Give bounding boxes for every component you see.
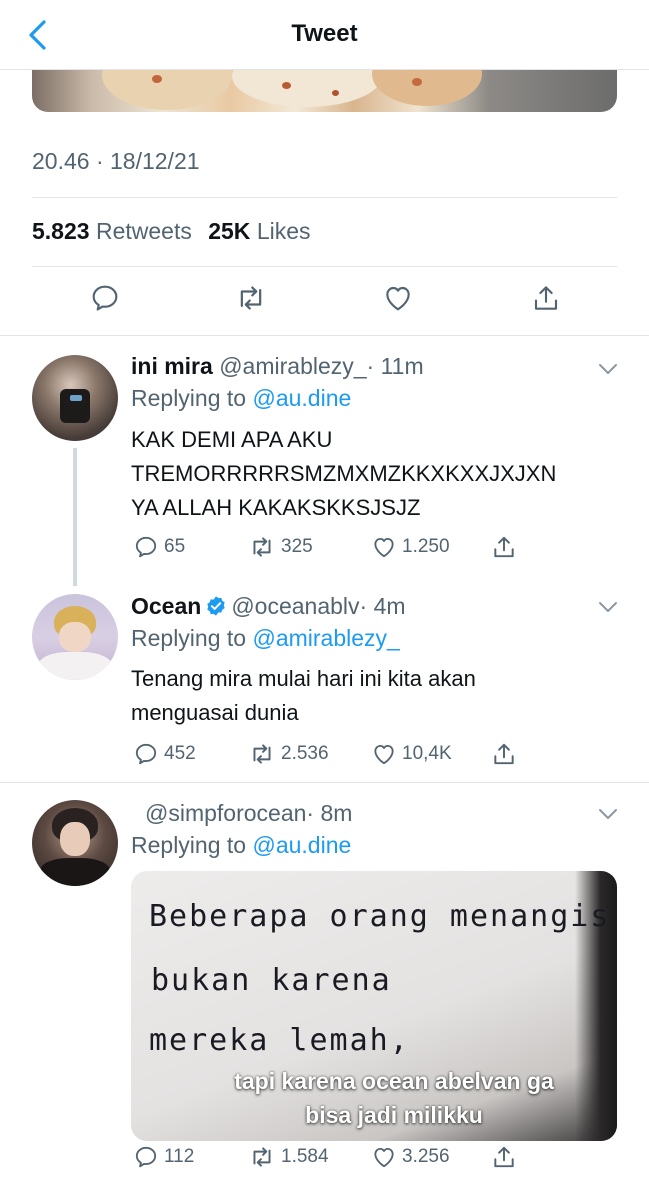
share-button[interactable]: [528, 280, 564, 316]
retweet-icon: [240, 286, 262, 310]
reply-text: Tenang mira mulai hari ini kita akan men…: [131, 666, 476, 725]
user-handle[interactable]: @simpforocean: [145, 800, 306, 826]
reply-header: Ocean @oceanablv· 4m: [131, 593, 406, 620]
retweet-icon: [253, 744, 271, 764]
reply-tweet[interactable]: Ocean @oceanablv· 4m Replying to @amirabl…: [0, 583, 649, 783]
tweet-action-bar: [0, 280, 649, 322]
handwriting-line: mereka lemah,: [149, 1023, 410, 1058]
share-button[interactable]: [491, 1142, 522, 1172]
reply-icon: [92, 285, 118, 311]
like-icon: [374, 537, 394, 558]
share-icon: [494, 743, 514, 765]
chevron-down-icon[interactable]: [597, 807, 619, 821]
retweet-icon: [253, 1147, 271, 1167]
share-icon: [534, 286, 558, 310]
like-button[interactable]: [380, 280, 416, 316]
retweet-button[interactable]: [233, 280, 269, 316]
display-name[interactable]: Ocean: [131, 593, 201, 619]
share-button[interactable]: [491, 532, 522, 562]
replying-to: Replying to @au.dine: [131, 832, 352, 858]
share-button[interactable]: [491, 739, 522, 769]
like-button[interactable]: 10,4K: [371, 739, 452, 769]
avatar[interactable]: [32, 355, 118, 441]
user-handle[interactable]: @oceanablv: [231, 593, 359, 619]
like-button[interactable]: 1.250: [371, 532, 450, 562]
retweet-icon: [253, 537, 271, 557]
reply-action-bar: 65 325 1.250: [131, 532, 621, 562]
reply-button[interactable]: 65: [133, 532, 185, 562]
reply-button[interactable]: 112: [133, 1142, 194, 1172]
reply-action-bar: 112 1.584 3.256: [131, 1142, 621, 1172]
chevron-down-icon[interactable]: [597, 600, 619, 614]
mention-link[interactable]: @amirablezy_: [252, 625, 399, 651]
page-title: Tweet: [291, 20, 358, 47]
like-icon: [374, 1147, 394, 1168]
retweet-button[interactable]: 1.584: [248, 1142, 329, 1172]
reply-time: · 4m: [359, 593, 406, 619]
replying-to: Replying to @au.dine: [131, 385, 352, 411]
display-name[interactable]: ini mira: [131, 353, 213, 379]
retweet-button[interactable]: 2.536: [248, 739, 329, 769]
reply-icon: [135, 536, 157, 558]
user-handle[interactable]: @amirablezy_: [219, 353, 366, 379]
avatar[interactable]: [32, 800, 118, 886]
avatar[interactable]: [32, 594, 118, 680]
like-icon: [386, 286, 410, 311]
mention-link[interactable]: @au.dine: [252, 385, 351, 411]
reply-header: @simpforocean· 8m: [145, 800, 352, 827]
retweet-button[interactable]: 325: [248, 532, 313, 562]
reply-button[interactable]: 452: [133, 739, 196, 769]
thread-connector: [73, 448, 77, 586]
image-caption: tapi karena ocean abelvan ga bisa jadi m…: [234, 1068, 554, 1128]
reply-header: ini mira @amirablezy_· 11m: [131, 353, 424, 380]
replying-to: Replying to @amirablezy_: [131, 625, 400, 651]
reply-tweet[interactable]: ini mira @amirablezy_· 11m Replying to @…: [0, 335, 649, 586]
handwriting-line: bukan karena: [151, 963, 392, 998]
retweets-stat[interactable]: 5.823 Retweets: [32, 218, 192, 244]
like-icon: [374, 744, 394, 765]
reply-action-bar: 452 2.536 10,4K: [131, 739, 621, 769]
reply-button[interactable]: [87, 280, 123, 316]
tweet-stats: 5.823 Retweets 25K Likes: [32, 218, 311, 245]
chevron-down-icon[interactable]: [597, 362, 619, 376]
tweet-media-image[interactable]: [32, 70, 617, 112]
likes-stat[interactable]: 25K Likes: [208, 218, 310, 244]
reply-icon: [135, 743, 157, 765]
handwriting-line: Beberapa orang menangis: [149, 899, 611, 934]
reply-text: KAK DEMI APA AKU TREMORRRRRSMZMXMZKKXKXX…: [131, 427, 557, 520]
divider: [32, 197, 617, 198]
verified-badge-icon: [207, 596, 226, 616]
top-bar: Tweet: [0, 0, 649, 70]
share-icon: [494, 1146, 514, 1168]
reply-icon: [135, 1146, 157, 1168]
reply-time: · 8m: [306, 800, 353, 826]
mention-link[interactable]: @au.dine: [252, 832, 351, 858]
reply-time: · 11m: [366, 353, 424, 379]
like-button[interactable]: 3.256: [371, 1142, 450, 1172]
tweet-timestamp: 20.46 · 18/12/21: [32, 148, 200, 174]
share-icon: [494, 536, 514, 558]
divider: [32, 266, 617, 267]
reply-media-image[interactable]: Beberapa orang menangis bukan karena mer…: [131, 871, 617, 1141]
